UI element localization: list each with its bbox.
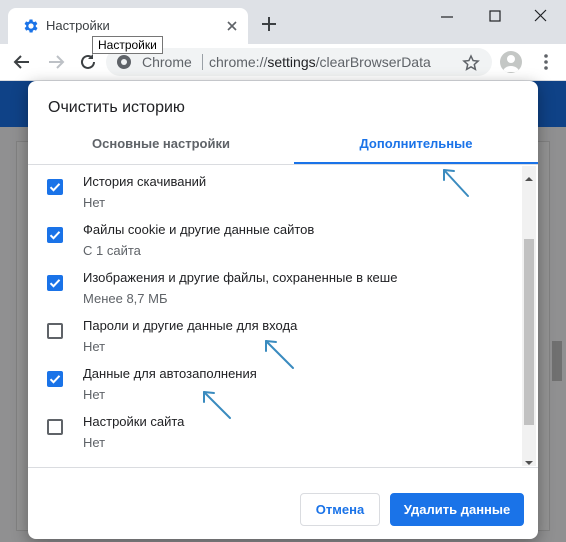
toolbar: Chrome chrome://settings/clearBrowserDat… [0, 44, 566, 81]
scroll-down-icon[interactable] [525, 454, 533, 465]
tab-title: Настройки [46, 18, 110, 33]
item-detail: Нет [83, 387, 106, 402]
reload-icon[interactable] [78, 52, 98, 72]
profile-avatar[interactable] [500, 51, 522, 73]
list-item-cookies[interactable]: Файлы cookie и другие данные сайтов С 1 … [28, 216, 518, 264]
checkbox-unchecked[interactable] [47, 323, 63, 339]
title-bar: Настройки [0, 0, 566, 44]
scroll-thumb[interactable] [524, 239, 534, 425]
clear-data-button[interactable]: Удалить данные [390, 493, 524, 526]
cancel-button[interactable]: Отмена [300, 493, 380, 526]
item-detail: Нет [83, 339, 106, 354]
new-tab-plus-icon[interactable] [260, 15, 278, 33]
settings-gear-icon [22, 17, 40, 35]
active-tab-indicator [294, 162, 538, 164]
tab-tooltip: Настройки [92, 36, 163, 54]
checkbox-unchecked[interactable] [47, 419, 63, 435]
forward-arrow-icon[interactable] [46, 52, 66, 72]
close-window-icon[interactable] [530, 6, 552, 28]
url-text: chrome://settings/clearBrowserData [209, 54, 431, 70]
dialog-title: Очистить историю [48, 99, 185, 116]
item-detail: Нет [83, 435, 106, 450]
address-bar[interactable]: Chrome chrome://settings/clearBrowserDat… [106, 48, 492, 76]
list-item-passwords[interactable]: Пароли и другие данные для входа Нет [28, 312, 518, 360]
list-scrollbar[interactable] [522, 166, 536, 466]
item-detail: С 1 сайта [83, 243, 141, 258]
dialog-tabs: Основные настройки Дополнительные [28, 129, 538, 165]
omnibox-separator [202, 54, 203, 70]
list-item-site-settings[interactable]: Настройки сайта Нет [28, 408, 518, 456]
item-label: Изображения и другие файлы, сохраненные … [83, 270, 398, 285]
maximize-icon[interactable] [484, 6, 506, 28]
scheme-label: Chrome [142, 54, 192, 70]
item-label: Пароли и другие данные для входа [83, 318, 298, 333]
item-label: Настройки сайта [83, 414, 185, 429]
item-label: Файлы cookie и другие данные сайтов [83, 222, 315, 237]
checkbox-checked[interactable] [47, 275, 63, 291]
tab-basic[interactable]: Основные настройки [28, 129, 294, 165]
more-menu-icon[interactable] [536, 52, 556, 72]
item-label: Данные для автозаполнения [83, 366, 257, 381]
data-type-list: История скачиваний Нет Файлы cookie и др… [28, 166, 538, 466]
bookmark-star-icon[interactable] [462, 54, 480, 72]
url-host: settings [267, 54, 316, 70]
checkbox-checked[interactable] [47, 227, 63, 243]
list-item-autofill[interactable]: Данные для автозаполнения Нет [28, 360, 518, 408]
minimize-icon[interactable] [436, 6, 458, 28]
item-detail: Нет [83, 195, 106, 210]
tab-advanced[interactable]: Дополнительные [294, 129, 538, 165]
item-label: История скачиваний [83, 174, 207, 189]
url-prefix: chrome:// [209, 54, 268, 70]
list-item-download-history[interactable]: История скачиваний Нет [28, 168, 518, 216]
checkbox-checked[interactable] [47, 371, 63, 387]
chrome-site-icon [116, 54, 132, 70]
close-tab-icon[interactable] [224, 18, 240, 34]
item-detail: Менее 8,7 МБ [83, 291, 168, 306]
back-arrow-icon[interactable] [12, 52, 32, 72]
scroll-up-icon[interactable] [525, 170, 533, 181]
clear-history-dialog: Очистить историю Основные настройки Допо… [28, 81, 538, 539]
list-item-cache[interactable]: Изображения и другие файлы, сохраненные … [28, 264, 518, 312]
url-path: /clearBrowserData [315, 54, 431, 70]
dialog-divider [28, 467, 538, 468]
checkbox-checked[interactable] [47, 179, 63, 195]
